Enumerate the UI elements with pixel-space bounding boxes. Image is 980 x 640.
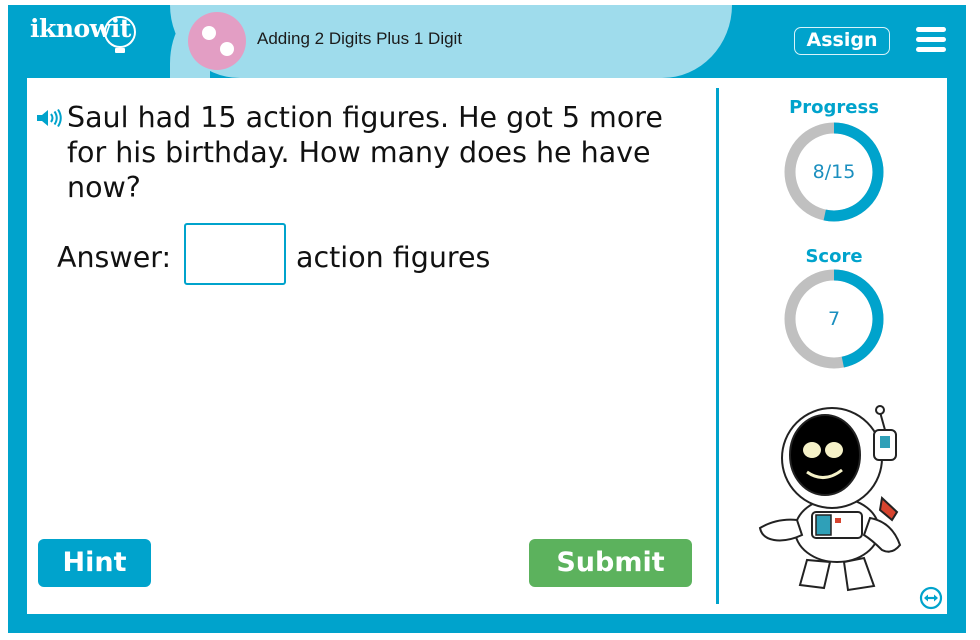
hint-button[interactable]: Hint (38, 539, 151, 587)
progress-title: Progress (789, 97, 879, 118)
submit-button[interactable]: Submit (529, 539, 692, 587)
question-text: Saul had 15 action figures. He got 5 mor… (67, 101, 663, 204)
hamburger-menu-icon[interactable] (916, 27, 946, 53)
menu-bar (916, 27, 946, 32)
score-value: 7 (827, 308, 841, 330)
menu-bar (916, 37, 946, 42)
assign-button[interactable]: Assign (794, 27, 890, 55)
topic-icon-dot (220, 42, 234, 56)
menu-bar (916, 47, 946, 52)
topic-title: Adding 2 Digits Plus 1 Digit (257, 29, 463, 48)
answer-input[interactable] (184, 223, 286, 285)
panel-divider (716, 88, 719, 604)
astronaut-mascot (758, 405, 902, 592)
speaker-icon[interactable] (36, 108, 64, 128)
lightbulb-icon (104, 16, 136, 53)
progress-value: 8/15 (812, 161, 856, 183)
answer-unit: action figures (296, 241, 491, 274)
topic-icon-dot (202, 26, 216, 40)
topic-icon (188, 12, 246, 70)
score-title: Score (805, 246, 863, 267)
expand-arrows-icon[interactable] (919, 586, 943, 610)
answer-label: Answer: (57, 241, 172, 274)
